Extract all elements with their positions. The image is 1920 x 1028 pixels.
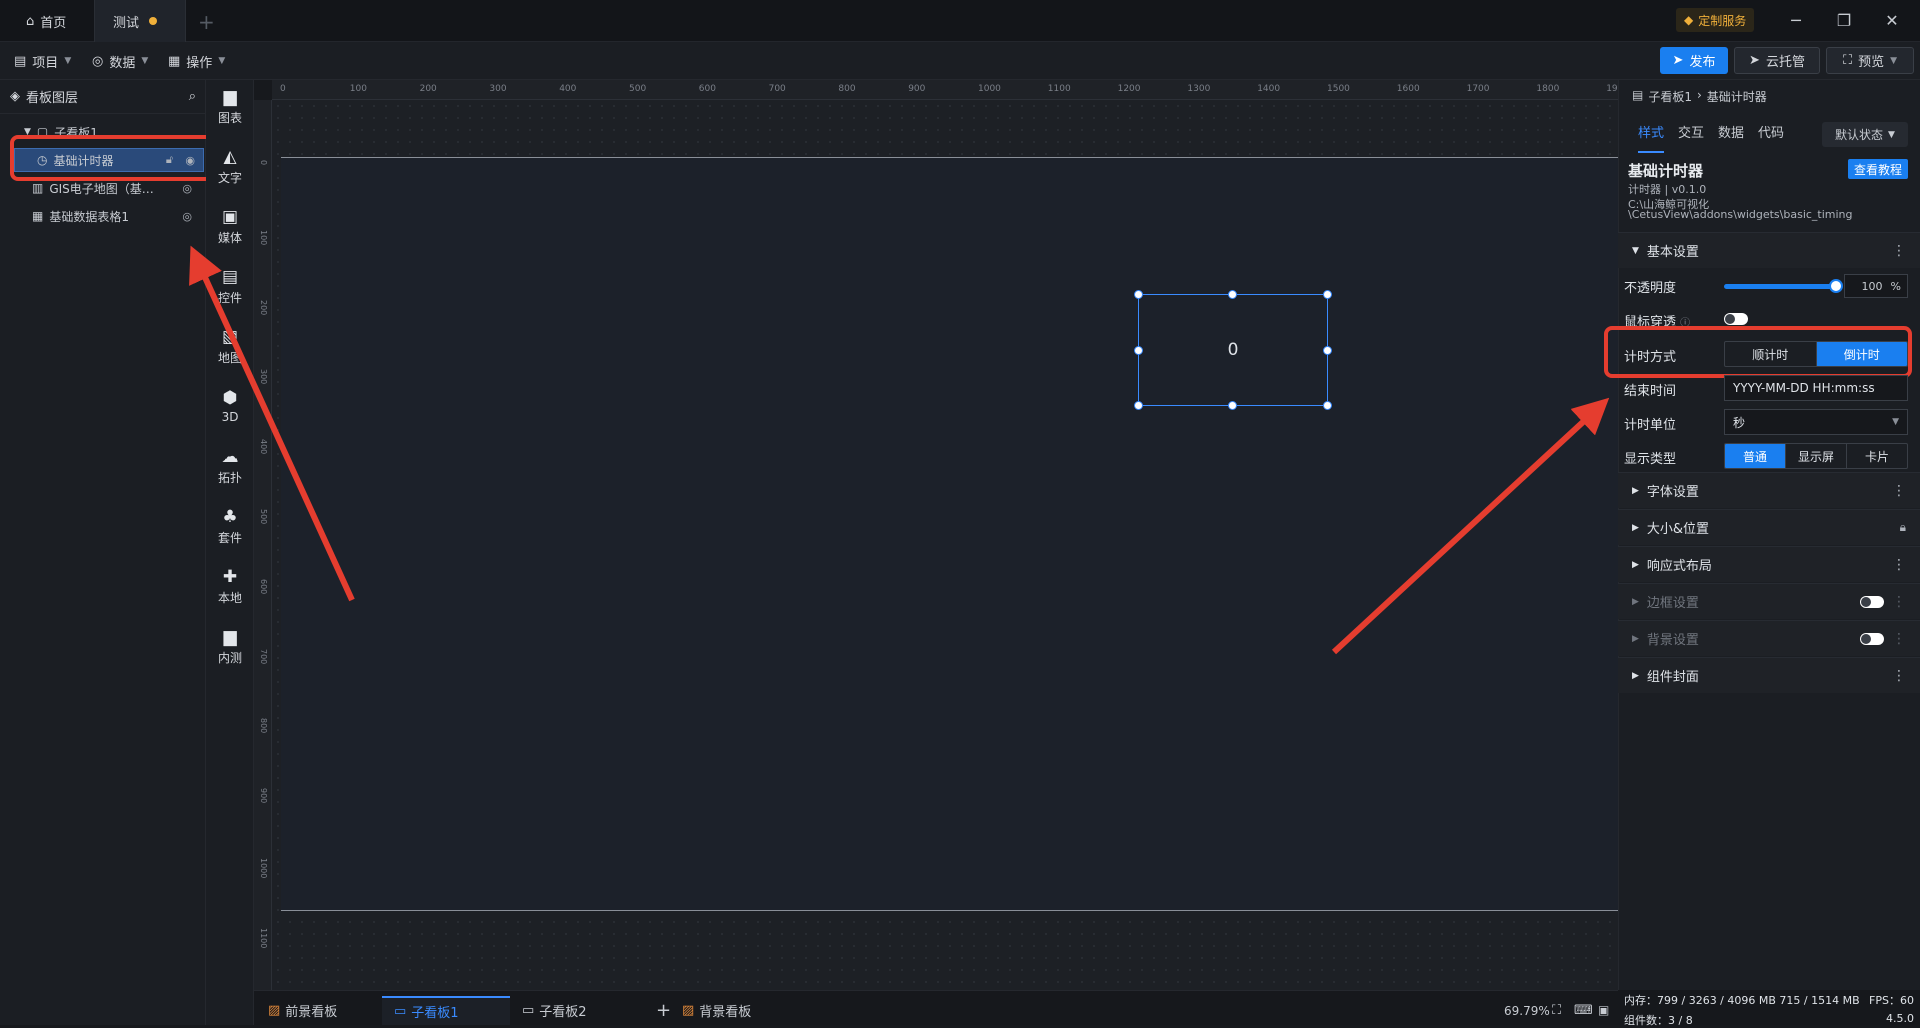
- breadcrumb-item: 基础计时器: [1706, 90, 1767, 104]
- more-icon[interactable]: ⋮: [1892, 594, 1906, 610]
- status-bar: 内存：799 / 3263 / 4096 MB 715 / 1514 MB FP…: [1618, 990, 1920, 1027]
- section-label: 大小&位置: [1646, 522, 1710, 537]
- opacity-unit: %: [1890, 279, 1901, 293]
- section-label: 背景设置: [1646, 633, 1699, 648]
- opacity-value: 100: [1861, 279, 1883, 293]
- caret-right-icon: ▶: [1632, 559, 1639, 570]
- board-icon: ▭: [522, 1003, 535, 1018]
- display-type-segment[interactable]: 普通 显示屏 卡片: [1724, 443, 1908, 469]
- memory-status: 内存：799 / 3263 / 4096 MB 715 / 1514 MB: [1624, 994, 1860, 1007]
- annotation-arrow: [1331, 397, 1610, 655]
- caret-down-icon: ▼: [1632, 245, 1639, 256]
- breadcrumb-item[interactable]: 子看板1: [1648, 88, 1692, 105]
- section-label: 响应式布局: [1646, 559, 1712, 574]
- more-icon[interactable]: ⋮: [1892, 668, 1906, 684]
- tab-style[interactable]: 样式: [1638, 122, 1665, 153]
- border-toggle[interactable]: [1860, 596, 1884, 608]
- board-icon: ▤: [1632, 88, 1644, 102]
- tab-sub2-label: 子看板2: [539, 1005, 587, 1020]
- tab-sub1-label: 子看板1: [411, 1006, 459, 1021]
- fps-status: FPS：60: [1869, 994, 1914, 1007]
- end-time-input[interactable]: YYYY-MM-DD HH:mm:ss: [1724, 375, 1908, 401]
- widget-version: 计时器 | v0.1.0: [1628, 183, 1707, 196]
- caret-right-icon: ▶: [1632, 522, 1639, 533]
- opacity-slider[interactable]: [1724, 284, 1836, 289]
- opacity-slider-handle[interactable]: [1829, 279, 1843, 293]
- caret-right-icon: ▶: [1632, 670, 1639, 681]
- tab-code[interactable]: 代码: [1758, 122, 1784, 141]
- mouse-through-toggle[interactable]: [1724, 313, 1748, 325]
- section-border[interactable]: ▶ 边框设置 ⋮: [1618, 583, 1920, 619]
- caret-right-icon: ▶: [1632, 485, 1639, 496]
- tab-data[interactable]: 数据: [1718, 122, 1744, 141]
- display-type-label: 显示类型: [1624, 452, 1677, 467]
- breadcrumb: ▤ 子看板1 › 基础计时器: [1632, 88, 1767, 105]
- more-icon[interactable]: ⋮: [1892, 243, 1906, 259]
- section-size-position[interactable]: ▶ 大小&位置 🔒︎: [1618, 509, 1920, 545]
- fit-screen-icon[interactable]: ⛶: [1552, 1003, 1561, 1018]
- board-icon: ▭: [394, 1004, 407, 1019]
- tab-sub2[interactable]: ▭ 子看板2: [510, 996, 599, 1025]
- section-cover[interactable]: ▶ 组件封面 ⋮: [1618, 657, 1920, 693]
- tab-background[interactable]: ▨ 背景看板: [670, 996, 763, 1025]
- keyboard-icon[interactable]: ⌨: [1574, 1003, 1593, 1018]
- chevron-down-icon: ▼: [1892, 417, 1899, 427]
- section-background[interactable]: ▶ 背景设置 ⋮: [1618, 620, 1920, 656]
- more-icon[interactable]: ⋮: [1892, 557, 1906, 573]
- more-icon[interactable]: ⋮: [1892, 483, 1906, 499]
- board-icon: ▨: [268, 1003, 281, 1018]
- tab-foreground[interactable]: ▨ 前景看板: [256, 996, 349, 1025]
- display-screen-option[interactable]: 显示屏: [1786, 444, 1847, 468]
- section-label: 组件封面: [1646, 670, 1699, 685]
- lock-icon[interactable]: 🔒︎: [1900, 520, 1906, 535]
- widget-title: 基础计时器: [1628, 162, 1704, 180]
- terminal-icon[interactable]: ▣: [1598, 1003, 1609, 1017]
- opacity-label: 不透明度: [1624, 281, 1677, 296]
- timing-unit-select[interactable]: 秒 ▼: [1724, 409, 1908, 435]
- display-card-option[interactable]: 卡片: [1847, 444, 1907, 468]
- board-icon: ▨: [682, 1003, 695, 1018]
- tutorial-button[interactable]: 查看教程: [1848, 159, 1908, 179]
- tab-interaction[interactable]: 交互: [1678, 122, 1704, 141]
- section-basic[interactable]: ▼ 基本设置 ⋮: [1618, 232, 1920, 268]
- section-label: 字体设置: [1646, 485, 1699, 500]
- caret-right-icon: ▶: [1632, 633, 1639, 644]
- timing-unit-value: 秒: [1733, 415, 1746, 430]
- section-label: 边框设置: [1646, 596, 1699, 611]
- zoom-level[interactable]: 69.79%: [1504, 1004, 1550, 1018]
- display-normal-option[interactable]: 普通: [1725, 444, 1786, 468]
- component-count: 组件数：3 / 8: [1624, 1014, 1693, 1027]
- end-time-label: 结束时间: [1624, 384, 1677, 399]
- tab-background-label: 背景看板: [699, 1005, 752, 1020]
- section-font[interactable]: ▶ 字体设置 ⋮: [1618, 472, 1920, 508]
- annotation-box-timing: [1604, 326, 1912, 378]
- state-select[interactable]: 默认状态 ▼: [1822, 122, 1908, 147]
- app-version: 4.5.0: [1886, 1012, 1914, 1025]
- opacity-input[interactable]: 100 %: [1844, 274, 1908, 298]
- annotation-arrow: [189, 245, 355, 602]
- section-basic-label: 基本设置: [1646, 245, 1699, 260]
- chevron-down-icon: ▼: [1888, 129, 1895, 140]
- end-time-placeholder: YYYY-MM-DD HH:mm:ss: [1733, 381, 1875, 395]
- widget-path: \CetusView\addons\widgets\basic_timing: [1628, 208, 1853, 221]
- chevron-right-icon: ›: [1696, 88, 1702, 102]
- background-toggle[interactable]: [1860, 633, 1884, 645]
- caret-right-icon: ▶: [1632, 596, 1639, 607]
- timing-unit-label: 计时单位: [1624, 418, 1677, 433]
- state-select-label: 默认状态: [1835, 128, 1884, 142]
- tab-foreground-label: 前景看板: [285, 1005, 338, 1020]
- tab-sub1[interactable]: ▭ 子看板1: [382, 996, 510, 1025]
- more-icon[interactable]: ⋮: [1892, 631, 1906, 647]
- section-responsive[interactable]: ▶ 响应式布局 ⋮: [1618, 546, 1920, 582]
